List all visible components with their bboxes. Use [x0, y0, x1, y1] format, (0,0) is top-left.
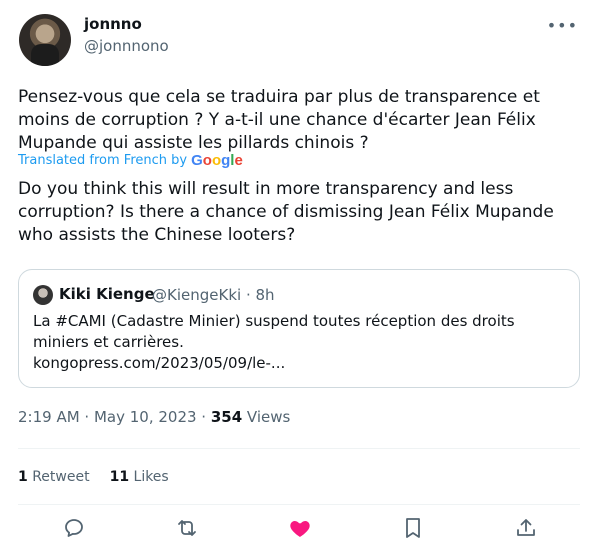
- views-count: 354: [210, 408, 243, 426]
- quoted-author-name: Kiki Kienge: [59, 285, 155, 303]
- author-handle[interactable]: @jonnnono: [84, 37, 169, 55]
- engagement-stats: 1 Retweet 11 Likes: [18, 469, 169, 485]
- tweet-timestamp: 2:19 AM · May 10, 2023 · 354 Views: [18, 408, 290, 426]
- quoted-link[interactable]: kongopress.com/2023/05/09/le-...: [33, 353, 563, 374]
- divider: [18, 448, 580, 449]
- divider: [18, 504, 580, 505]
- more-options-icon[interactable]: •••: [547, 16, 578, 35]
- reply-icon[interactable]: [62, 516, 86, 540]
- views-label: Views: [242, 408, 291, 426]
- quoted-author-meta: @KiengeKki · 8h: [152, 286, 275, 304]
- like-icon[interactable]: [288, 516, 312, 540]
- quoted-text-block: La #CAMI (Cadastre Minier) suspend toute…: [33, 311, 563, 374]
- quoted-avatar: [33, 285, 53, 305]
- retweets-label: Retweet: [27, 469, 90, 485]
- timestamp-text[interactable]: 2:19 AM · May 10, 2023 ·: [18, 408, 211, 426]
- bookmark-icon[interactable]: [401, 516, 425, 540]
- avatar[interactable]: [19, 14, 71, 66]
- likes-label: Likes: [129, 469, 169, 485]
- quoted-tweet[interactable]: Kiki Kienge @KiengeKki · 8h La #CAMI (Ca…: [18, 269, 580, 388]
- translated-label: Translated from French by: [18, 153, 188, 168]
- likes-count: 11: [109, 469, 130, 485]
- share-icon[interactable]: [514, 516, 538, 540]
- retweets-stat[interactable]: 1 Retweet: [18, 469, 90, 485]
- translation-attribution: Translated from French by Google: [18, 152, 243, 169]
- likes-stat[interactable]: 11 Likes: [110, 469, 169, 485]
- retweets-count: 1: [18, 469, 28, 485]
- author-name[interactable]: jonnno: [84, 15, 142, 33]
- quoted-text: La #CAMI (Cadastre Minier) suspend toute…: [33, 312, 515, 351]
- retweet-icon[interactable]: [175, 516, 199, 540]
- tweet-text-translated: Do you think this will result in more tr…: [18, 179, 554, 245]
- action-bar: [18, 516, 580, 546]
- google-logo: Google: [191, 152, 243, 169]
- tweet-header: jonnno @jonnnono •••: [16, 12, 582, 70]
- tweet-text-original: Pensez-vous que cela se traduira par plu…: [18, 87, 540, 153]
